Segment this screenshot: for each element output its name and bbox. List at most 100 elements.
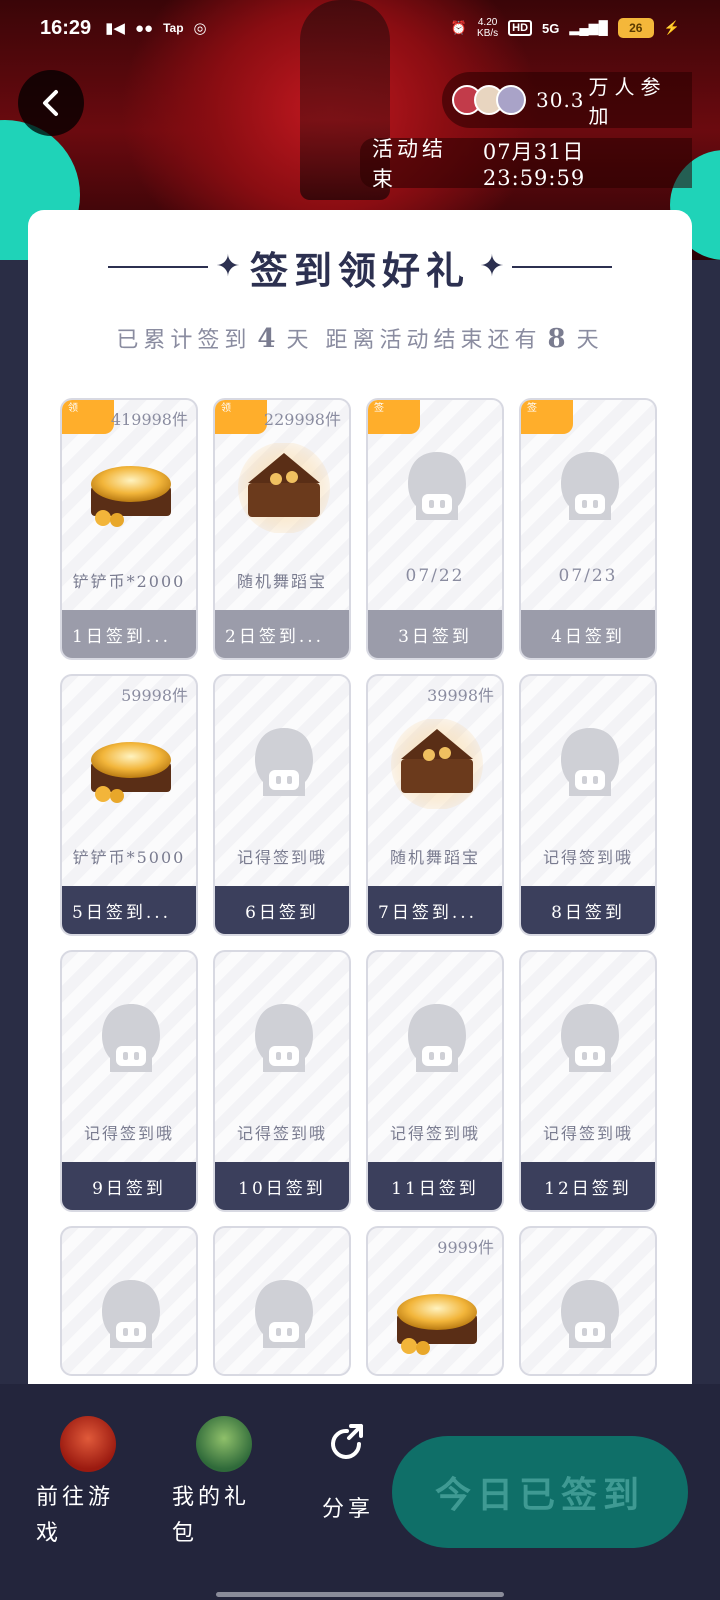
status-badge: 签: [521, 400, 573, 434]
participants-count: 30.3: [536, 88, 585, 112]
checkin-day-tile[interactable]: 记得签到哦 12日签到: [519, 950, 657, 1212]
checked-in-today-button[interactable]: 今日已签到: [392, 1436, 688, 1548]
swirl-icon: ◎: [193, 20, 207, 37]
day-footer: 6日签到: [215, 886, 349, 934]
back-button[interactable]: [18, 70, 84, 136]
reward-stock: 9999件: [437, 1238, 494, 1257]
go-to-game-button[interactable]: 前往游戏: [36, 1416, 136, 1552]
status-time: 16:29: [40, 16, 92, 39]
day-footer: 12日签到: [521, 1162, 655, 1210]
hd-icon: HD: [508, 20, 533, 36]
placeholder-mascot-icon: [387, 992, 487, 1088]
placeholder-mascot-icon: [234, 992, 334, 1088]
day-footer: 4日签到: [521, 610, 655, 658]
checkin-day-tile[interactable]: 领 229998件 随机舞蹈宝 2日签到...: [213, 398, 351, 660]
checkin-day-tile[interactable]: [213, 1226, 351, 1376]
video-icon: ▮◀: [105, 20, 125, 37]
checkin-day-tile[interactable]: 签 07/23 4日签到: [519, 398, 657, 660]
day-footer: 7日签到...: [368, 886, 502, 934]
status-bar: 16:29 ▮◀ ●● Tap ◎ ⏰ 4.20 KB/s HD 5G ▂▄▆█…: [0, 0, 720, 56]
sparkle-icon: ✦: [479, 249, 505, 284]
alarm-icon: ⏰: [450, 20, 468, 35]
placeholder-mascot-icon: [540, 440, 640, 536]
game-icon: [60, 1416, 116, 1472]
checkin-day-tile[interactable]: 9999件: [366, 1226, 504, 1376]
reward-label: 07/23: [558, 566, 618, 586]
day-footer: 10日签到: [215, 1162, 349, 1210]
placeholder-mascot-icon: [81, 1268, 181, 1364]
progress-prefix: 已累计签到: [116, 328, 252, 353]
participant-avatars: [452, 85, 526, 115]
progress-suffix: 天: [576, 328, 604, 353]
day-footer: 5日签到...: [62, 886, 196, 934]
reward-label: 记得签到哦: [236, 848, 327, 867]
reward-label: 铲铲币*2000: [72, 572, 186, 591]
reward-stock: 229998件: [263, 410, 341, 429]
progress-mid: 天 距离活动结束还有: [286, 328, 542, 353]
checkin-day-tile[interactable]: 记得签到哦 8日签到: [519, 674, 657, 936]
participants-label: 万人参加: [588, 75, 667, 128]
checkin-day-tile[interactable]: [60, 1226, 198, 1376]
checked-days: 4: [257, 324, 281, 354]
signal-icon: ▂▄▆█: [569, 20, 608, 35]
share-label: 分享: [321, 1497, 374, 1522]
placeholder-mascot-icon: [234, 716, 334, 812]
chevron-left-icon: [43, 90, 58, 116]
reward-label: 随机舞蹈宝: [389, 848, 480, 867]
day-footer: 8日签到: [521, 886, 655, 934]
reward-label: 记得签到哦: [542, 848, 633, 867]
reward-stock: 419998件: [110, 410, 188, 429]
day-footer: 3日签到: [368, 610, 502, 658]
bottom-action-bar: 前往游戏 我的礼包 分享 今日已签到: [0, 1384, 720, 1600]
placeholder-mascot-icon: [387, 440, 487, 536]
share-button[interactable]: 分享: [308, 1416, 388, 1528]
checkin-progress: 已累计签到 4 天 距离活动结束还有 8 天: [28, 322, 692, 354]
battery-indicator: 26: [617, 18, 654, 38]
checkin-day-tile[interactable]: [519, 1226, 657, 1376]
reward-label: 07/22: [405, 566, 465, 586]
network-label: 5G: [542, 20, 560, 36]
reward-stock: 59998件: [121, 686, 188, 705]
event-end-label: 活动结束: [372, 137, 447, 191]
checkin-day-tile[interactable]: 记得签到哦 6日签到: [213, 674, 351, 936]
reward-label: 记得签到哦: [236, 1124, 327, 1143]
reward-stock: 39998件: [427, 686, 494, 705]
checkin-day-tile[interactable]: 39998件随机舞蹈宝 7日签到...: [366, 674, 504, 936]
reward-label: 记得签到哦: [542, 1124, 633, 1143]
checkin-day-tile[interactable]: 59998件铲铲币*5000 5日签到...: [60, 674, 198, 936]
my-gifts-button[interactable]: 我的礼包: [172, 1416, 272, 1552]
dance-chest-icon: [234, 440, 334, 536]
title-divider-right: [512, 266, 612, 268]
avatar: [496, 85, 526, 115]
coin-chest-icon: [387, 1268, 487, 1364]
placeholder-mascot-icon: [540, 1268, 640, 1364]
checkin-day-tile[interactable]: 记得签到哦 10日签到: [213, 950, 351, 1212]
reward-label: 随机舞蹈宝: [236, 572, 327, 591]
dance-chest-icon: [387, 716, 487, 812]
wechat-icon: ●●: [134, 19, 154, 37]
my-gifts-label: 我的礼包: [172, 1485, 251, 1546]
reward-label: 记得签到哦: [83, 1124, 174, 1143]
checkin-day-tile[interactable]: 签 07/22 3日签到: [366, 398, 504, 660]
event-end-value: 07月31日 23:59:59: [482, 140, 586, 190]
checkin-day-tile[interactable]: 记得签到哦 9日签到: [60, 950, 198, 1212]
day-footer: 11日签到: [368, 1162, 502, 1210]
placeholder-mascot-icon: [234, 1268, 334, 1364]
net-speed: 4.20 KB/s: [477, 17, 499, 39]
remaining-days: 8: [547, 324, 571, 354]
day-footer: 9日签到: [62, 1162, 196, 1210]
day-footer: 1日签到...: [62, 610, 196, 658]
placeholder-mascot-icon: [540, 992, 640, 1088]
reward-label: 铲铲币*5000: [72, 848, 186, 867]
gift-pack-icon: [196, 1416, 252, 1472]
coin-chest-icon: [81, 440, 181, 536]
checkin-grid: 领 419998件 铲铲币*2000 1日签到... 领 229998件 随机舞蹈宝 2日签到…: [60, 398, 660, 1376]
taptap-icon: Tap: [163, 21, 184, 35]
participants-pill: 30.3 万人参加: [442, 72, 692, 128]
reward-label: 记得签到哦: [389, 1124, 480, 1143]
checkin-day-tile[interactable]: 记得签到哦 11日签到: [366, 950, 504, 1212]
placeholder-mascot-icon: [81, 992, 181, 1088]
checkin-day-tile[interactable]: 领 419998件 铲铲币*2000 1日签到...: [60, 398, 198, 660]
home-indicator[interactable]: [216, 1592, 504, 1597]
day-footer: 2日签到...: [215, 610, 349, 658]
